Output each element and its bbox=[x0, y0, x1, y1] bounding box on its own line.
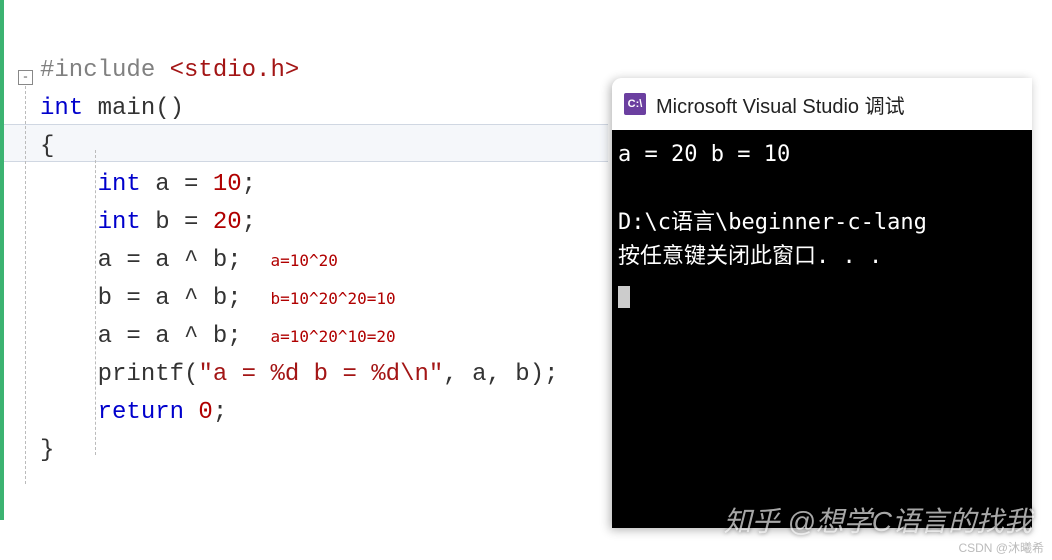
annotation-3: a=10^20^10=20 bbox=[270, 327, 395, 346]
console-window[interactable]: C:\ Microsoft Visual Studio 调试 a = 20 b … bbox=[612, 78, 1032, 528]
keyword-return: return bbox=[98, 399, 184, 426]
printf-args: , a, b); bbox=[443, 361, 558, 388]
console-title: Microsoft Visual Studio 调试 bbox=[656, 90, 905, 119]
editor-gutter: - bbox=[0, 0, 40, 520]
literal-10: 10 bbox=[213, 171, 242, 198]
literal-0: 0 bbox=[184, 399, 213, 426]
vs-icon: C:\ bbox=[624, 93, 646, 115]
code-editor[interactable]: - #include <stdio.h> int main() { int a … bbox=[0, 0, 620, 520]
keyword-int: int bbox=[98, 209, 141, 236]
header-name: <stdio.h> bbox=[170, 57, 300, 84]
fold-guide-line bbox=[25, 86, 26, 484]
semicolon: ; bbox=[213, 399, 227, 426]
console-titlebar[interactable]: C:\ Microsoft Visual Studio 调试 bbox=[612, 78, 1032, 130]
annotation-2: b=10^20^20=10 bbox=[270, 289, 395, 308]
output-line-3: D:\c语言\beginner-c-lang bbox=[618, 210, 927, 235]
preprocessor: #include bbox=[40, 57, 155, 84]
paren-pair: () bbox=[155, 95, 184, 122]
paren-open: ( bbox=[184, 361, 198, 388]
code-area[interactable]: #include <stdio.h> int main() { int a = … bbox=[40, 0, 559, 520]
var-b-decl: b = bbox=[141, 209, 213, 236]
semicolon: ; bbox=[242, 171, 256, 198]
console-cursor bbox=[618, 286, 630, 308]
function-main: main bbox=[98, 95, 156, 122]
output-line-4: 按任意键关闭此窗口. . . bbox=[618, 244, 882, 269]
xor-line-1: a = a ^ b; bbox=[98, 247, 242, 274]
keyword-int: int bbox=[40, 95, 83, 122]
brace-open: { bbox=[40, 133, 54, 160]
watermark-csdn: CSDN @沐曦希 bbox=[958, 539, 1044, 556]
printf-call: printf bbox=[98, 361, 184, 388]
fold-toggle[interactable]: - bbox=[18, 70, 33, 85]
output-line-1: a = 20 b = 10 bbox=[618, 142, 790, 167]
format-string: "a = %d b = %d\n" bbox=[198, 361, 443, 388]
xor-line-2: b = a ^ b; bbox=[98, 285, 242, 312]
var-a-decl: a = bbox=[141, 171, 213, 198]
indent-guide bbox=[95, 150, 96, 455]
literal-20: 20 bbox=[213, 209, 242, 236]
semicolon: ; bbox=[242, 209, 256, 236]
xor-line-3: a = a ^ b; bbox=[98, 323, 242, 350]
brace-close: } bbox=[40, 437, 54, 464]
console-output[interactable]: a = 20 b = 10 D:\c语言\beginner-c-lang 按任意… bbox=[612, 130, 1032, 528]
annotation-1: a=10^20 bbox=[270, 251, 337, 270]
keyword-int: int bbox=[98, 171, 141, 198]
